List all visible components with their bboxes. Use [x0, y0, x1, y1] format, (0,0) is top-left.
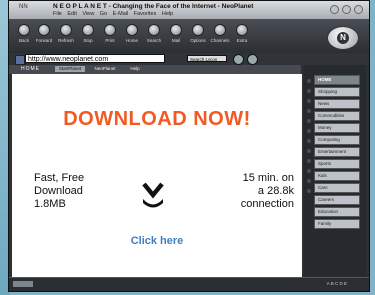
refresh-label: Refresh: [58, 38, 74, 43]
forward-icon: [38, 24, 50, 36]
left-line: Fast, Free: [34, 172, 85, 184]
back-button[interactable]: Back: [13, 24, 35, 43]
mail-icon: [170, 24, 182, 36]
sidebar-item-news[interactable]: News: [314, 99, 360, 109]
print-button[interactable]: Print: [99, 24, 121, 43]
search-icon: [148, 24, 160, 36]
search-label: Search: [146, 38, 162, 43]
dot-icon: [307, 119, 311, 123]
sidebar-item-shopping[interactable]: Shopping: [314, 87, 360, 97]
page-content: DOWNLOAD NOW! Fast, Free Download 1.8MB …: [12, 74, 302, 280]
url-field[interactable]: http://www.neoplanet.com: [25, 54, 165, 63]
title-bar: NN N E O P L A N E T - Changing the Face…: [9, 1, 369, 20]
sidebar-item-commodities[interactable]: Commodities: [314, 111, 360, 121]
dot-icon: [307, 99, 311, 103]
sidebar-item-cars[interactable]: Cars: [314, 183, 360, 193]
mail-button[interactable]: Mail: [165, 24, 187, 43]
window-controls: [330, 5, 363, 14]
download-arrow-icon[interactable]: [140, 180, 166, 210]
download-info-right: 15 min. on a 28.8k connection: [241, 172, 294, 211]
sidebar-dots: [307, 79, 311, 199]
options-button[interactable]: Options: [187, 24, 209, 43]
tab-help[interactable]: Help: [125, 66, 145, 72]
sidebar-item-sports[interactable]: Sports: [314, 159, 360, 169]
forward-button[interactable]: Forward: [33, 24, 55, 43]
status-text: A B C D E: [326, 281, 347, 286]
refresh-icon: [60, 24, 72, 36]
home-tab-label[interactable]: HOME: [21, 66, 40, 72]
print-icon: [104, 24, 116, 36]
extra-button[interactable]: Extra: [231, 24, 253, 43]
back-label: Back: [18, 38, 29, 43]
sidebar-item-computing[interactable]: Computing: [314, 135, 360, 145]
download-info-left: Fast, Free Download 1.8MB: [34, 172, 84, 211]
sidebar-item-family[interactable]: Family: [314, 219, 360, 229]
stop-icon: [82, 24, 94, 36]
toolbar: Back Forward Refresh Stop Print Home Sea…: [9, 19, 369, 53]
browser-window: NN N E O P L A N E T - Changing the Face…: [8, 0, 370, 292]
home-label: Home: [125, 38, 138, 43]
neoplanet-logo: NN: [19, 4, 28, 10]
dot-icon: [307, 149, 311, 153]
search-button[interactable]: Search: [143, 24, 165, 43]
status-indicator: [13, 281, 33, 287]
tab-neoplanet[interactable]: NeoPlanet: [91, 66, 119, 72]
sidebar-item-kids[interactable]: Kids: [314, 171, 360, 181]
brand-button[interactable]: N: [327, 26, 359, 50]
bookmark-icon[interactable]: [247, 54, 258, 65]
dot-icon: [307, 109, 311, 113]
extra-label: Extra: [236, 38, 248, 43]
search-lycos-select[interactable]: Search Lycos: [187, 55, 227, 62]
tab-startplanet[interactable]: StartPlanet: [55, 66, 85, 72]
dot-icon: [307, 169, 311, 173]
right-line: a 28.8k: [257, 185, 294, 197]
right-line: 15 min. on: [242, 172, 294, 184]
sidebar-item-money[interactable]: Money: [314, 123, 360, 133]
extra-icon: [236, 24, 248, 36]
page-icon: [15, 55, 25, 65]
sidebar-item-careers[interactable]: Careers: [314, 195, 360, 205]
left-line: Download: [34, 185, 83, 197]
dot-icon: [307, 89, 311, 93]
sidebar-item-home[interactable]: HOME: [314, 75, 360, 85]
channels-icon: [214, 24, 226, 36]
channels-button[interactable]: Channels: [209, 24, 231, 43]
click-here-link[interactable]: Click here: [12, 235, 302, 247]
home-button[interactable]: Home: [121, 24, 143, 43]
download-headline: DOWNLOAD NOW!: [63, 108, 251, 130]
address-actions: [233, 54, 258, 65]
go-icon[interactable]: [233, 54, 244, 65]
maximize-button[interactable]: [342, 5, 351, 14]
left-line: 1.8MB: [34, 198, 66, 210]
refresh-button[interactable]: Refresh: [55, 24, 77, 43]
stop-button[interactable]: Stop: [77, 24, 99, 43]
channels-label: Channels: [210, 38, 230, 43]
dot-icon: [307, 159, 311, 163]
mail-label: Mail: [171, 38, 181, 43]
dot-icon: [307, 79, 311, 83]
back-icon: [18, 24, 30, 36]
options-icon: [192, 24, 204, 36]
sidebar-item-education[interactable]: Education: [314, 207, 360, 217]
sidebar-item-entertainment[interactable]: Entertainment: [314, 147, 360, 157]
forward-label: Forward: [35, 38, 53, 43]
channel-tabbar: HOME StartPlanet NeoPlanet Help: [9, 65, 301, 74]
right-line: connection: [240, 198, 294, 210]
stop-label: Stop: [83, 38, 93, 43]
menu-bar[interactable]: File Edit View Go E-Mail Favorites Help: [53, 11, 173, 17]
options-label: Options: [190, 38, 206, 43]
brand-icon: N: [337, 32, 349, 44]
home-icon: [126, 24, 138, 36]
dot-icon: [307, 129, 311, 133]
close-button[interactable]: [354, 5, 363, 14]
dot-icon: [307, 189, 311, 193]
minimize-button[interactable]: [330, 5, 339, 14]
dot-icon: [307, 179, 311, 183]
channel-sidebar: HOME Shopping News Commodities Money Com…: [304, 65, 366, 280]
address-bar: http://www.neoplanet.com Search Lycos: [9, 53, 369, 65]
dot-icon: [307, 139, 311, 143]
window-title: N E O P L A N E T - Changing the Face of…: [53, 3, 254, 10]
status-bar: A B C D E: [9, 277, 369, 291]
print-label: Print: [105, 38, 115, 43]
